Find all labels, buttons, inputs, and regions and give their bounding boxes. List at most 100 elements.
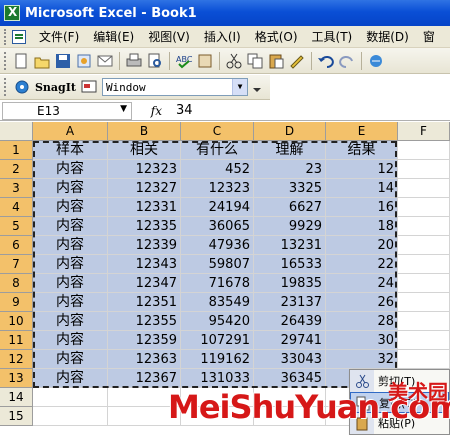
- cell-a14[interactable]: [33, 388, 108, 407]
- row-header-8[interactable]: 8: [0, 274, 33, 293]
- cell-d8[interactable]: 19835: [254, 274, 326, 293]
- cell-d6[interactable]: 13231: [254, 236, 326, 255]
- cell-c11[interactable]: 107291: [181, 331, 254, 350]
- menu-format[interactable]: 格式(O): [248, 28, 305, 45]
- row-header-11[interactable]: 11: [0, 331, 33, 350]
- cell-b1[interactable]: 相关: [108, 141, 181, 160]
- workbook-icon[interactable]: [12, 29, 26, 44]
- cell-f5[interactable]: [398, 217, 450, 236]
- column-header-d[interactable]: D: [254, 122, 326, 141]
- cell-e10[interactable]: 28: [326, 312, 398, 331]
- capture-settings-icon[interactable]: [80, 78, 98, 96]
- cell-d3[interactable]: 3325: [254, 179, 326, 198]
- menu-edit[interactable]: 编辑(E): [86, 28, 141, 45]
- cell-a6[interactable]: 内容: [33, 236, 108, 255]
- cell-b3[interactable]: 12327: [108, 179, 181, 198]
- snagit-icon[interactable]: [13, 78, 31, 96]
- menu-window[interactable]: 窗: [416, 28, 442, 45]
- formula-input[interactable]: 34: [176, 103, 193, 118]
- email-icon[interactable]: [96, 52, 114, 70]
- cell-c1[interactable]: 有什么: [181, 141, 254, 160]
- cell-b8[interactable]: 12347: [108, 274, 181, 293]
- cell-c6[interactable]: 47936: [181, 236, 254, 255]
- redo-icon[interactable]: [338, 52, 356, 70]
- save-icon[interactable]: [54, 52, 72, 70]
- cell-c9[interactable]: 83549: [181, 293, 254, 312]
- cell-c7[interactable]: 59807: [181, 255, 254, 274]
- chevron-down-icon[interactable]: ▼: [232, 79, 247, 95]
- fx-icon[interactable]: fx: [132, 104, 176, 118]
- hyperlink-icon[interactable]: [367, 52, 385, 70]
- row-header-4[interactable]: 4: [0, 198, 33, 217]
- cell-a5[interactable]: 内容: [33, 217, 108, 236]
- cell-c5[interactable]: 36065: [181, 217, 254, 236]
- cell-c2[interactable]: 452: [181, 160, 254, 179]
- cell-b2[interactable]: 12323: [108, 160, 181, 179]
- cell-c13[interactable]: 131033: [181, 369, 254, 388]
- row-header-12[interactable]: 12: [0, 350, 33, 369]
- column-header-e[interactable]: E: [326, 122, 398, 141]
- column-header-a[interactable]: A: [33, 122, 108, 141]
- cell-b10[interactable]: 12355: [108, 312, 181, 331]
- cell-b12[interactable]: 12363: [108, 350, 181, 369]
- cut-icon[interactable]: [225, 52, 243, 70]
- row-header-1[interactable]: 1: [0, 141, 33, 160]
- menu-insert[interactable]: 插入(I): [197, 28, 248, 45]
- cell-b9[interactable]: 12351: [108, 293, 181, 312]
- new-icon[interactable]: [12, 52, 30, 70]
- cell-f10[interactable]: [398, 312, 450, 331]
- menu-file[interactable]: 文件(F): [32, 28, 86, 45]
- cell-d12[interactable]: 33043: [254, 350, 326, 369]
- cell-a3[interactable]: 内容: [33, 179, 108, 198]
- cell-c4[interactable]: 24194: [181, 198, 254, 217]
- cell-e11[interactable]: 30: [326, 331, 398, 350]
- cell-e2[interactable]: 12: [326, 160, 398, 179]
- cell-a15[interactable]: [33, 407, 108, 426]
- cell-d11[interactable]: 29741: [254, 331, 326, 350]
- cell-e6[interactable]: 20: [326, 236, 398, 255]
- row-header-5[interactable]: 5: [0, 217, 33, 236]
- cell-b4[interactable]: 12331: [108, 198, 181, 217]
- cell-f8[interactable]: [398, 274, 450, 293]
- print-preview-icon[interactable]: [146, 52, 164, 70]
- cell-a10[interactable]: 内容: [33, 312, 108, 331]
- cell-f9[interactable]: [398, 293, 450, 312]
- cell-e5[interactable]: 18: [326, 217, 398, 236]
- row-header-15[interactable]: 15: [0, 407, 33, 426]
- cell-f12[interactable]: [398, 350, 450, 369]
- toolbar-options-icon[interactable]: [252, 78, 270, 96]
- cell-a8[interactable]: 内容: [33, 274, 108, 293]
- cell-d1[interactable]: 理解: [254, 141, 326, 160]
- cell-f2[interactable]: [398, 160, 450, 179]
- menu-tools[interactable]: 工具(T): [305, 28, 360, 45]
- paste-icon[interactable]: [267, 52, 285, 70]
- row-header-9[interactable]: 9: [0, 293, 33, 312]
- cell-d10[interactable]: 26439: [254, 312, 326, 331]
- cell-f1[interactable]: [398, 141, 450, 160]
- format-painter-icon[interactable]: [288, 52, 306, 70]
- cell-e1[interactable]: 结果: [326, 141, 398, 160]
- cell-a4[interactable]: 内容: [33, 198, 108, 217]
- cell-e7[interactable]: 22: [326, 255, 398, 274]
- cell-a13[interactable]: 内容: [33, 369, 108, 388]
- chevron-down-icon[interactable]: ▼: [120, 104, 127, 114]
- cell-d4[interactable]: 6627: [254, 198, 326, 217]
- cell-a2[interactable]: 内容: [33, 160, 108, 179]
- cell-c3[interactable]: 12323: [181, 179, 254, 198]
- cell-e12[interactable]: 32: [326, 350, 398, 369]
- open-icon[interactable]: [33, 52, 51, 70]
- cell-a7[interactable]: 内容: [33, 255, 108, 274]
- name-box[interactable]: E13 ▼: [2, 101, 132, 120]
- cell-d7[interactable]: 16533: [254, 255, 326, 274]
- cell-b13[interactable]: 12367: [108, 369, 181, 388]
- cell-b6[interactable]: 12339: [108, 236, 181, 255]
- print-icon[interactable]: [125, 52, 143, 70]
- cell-d2[interactable]: 23: [254, 160, 326, 179]
- cell-f11[interactable]: [398, 331, 450, 350]
- cell-c12[interactable]: 119162: [181, 350, 254, 369]
- row-header-2[interactable]: 2: [0, 160, 33, 179]
- spelling-icon[interactable]: ABC: [175, 52, 193, 70]
- research-icon[interactable]: [196, 52, 214, 70]
- column-header-b[interactable]: B: [108, 122, 181, 141]
- cell-b7[interactable]: 12343: [108, 255, 181, 274]
